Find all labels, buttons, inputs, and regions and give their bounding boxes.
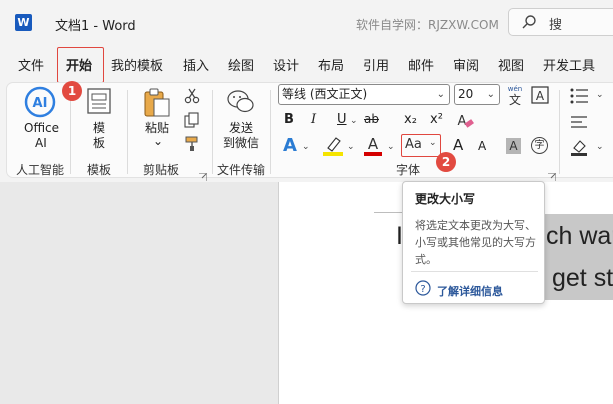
document-title: 文档1 - Word xyxy=(55,19,136,34)
svg-text:文: 文 xyxy=(509,92,521,106)
tab-draw[interactable]: 绘图 xyxy=(228,55,254,74)
document-text-line1[interactable]: ch war xyxy=(546,222,613,251)
office-ai-label-1[interactable]: Office xyxy=(24,121,59,136)
tab-my-templates[interactable]: 我的模板 xyxy=(111,55,163,74)
step-badge-1: 1 xyxy=(62,81,82,101)
document-text-line2[interactable]: get st xyxy=(552,264,613,293)
shrink-font-button[interactable]: A xyxy=(478,139,486,153)
tab-insert[interactable]: 插入 xyxy=(183,55,209,74)
svg-text:A: A xyxy=(368,135,379,153)
subscript-button[interactable]: x₂ xyxy=(404,112,417,127)
pinyin-guide-icon[interactable]: wén 文 xyxy=(505,84,525,110)
change-case-button[interactable]: Aa ⌄ xyxy=(401,134,441,157)
group-divider xyxy=(270,90,271,174)
shading-icon[interactable] xyxy=(570,138,590,160)
chevron-down-icon[interactable]: ⌄ xyxy=(596,90,604,100)
chevron-down-icon[interactable]: ⌄ xyxy=(302,142,310,152)
group-font-label: 字体 xyxy=(396,163,421,177)
grow-font-button[interactable]: A xyxy=(453,136,463,154)
chevron-down-icon[interactable]: ⌄ xyxy=(387,142,395,152)
paste-icon[interactable] xyxy=(143,88,171,122)
group-file-transfer-label: 文件传输 xyxy=(217,163,266,177)
align-left-icon[interactable] xyxy=(570,114,588,133)
group-divider xyxy=(127,90,128,174)
bold-button[interactable]: B xyxy=(284,112,294,127)
svg-text:AI: AI xyxy=(33,96,48,111)
paste-dropdown[interactable]: ⌄ xyxy=(153,134,163,149)
underline-button[interactable]: U xyxy=(337,112,347,127)
tooltip-divider xyxy=(411,271,538,272)
home-tab-highlight xyxy=(57,47,104,83)
enclose-characters-button[interactable]: 字 xyxy=(531,137,548,154)
tab-file[interactable]: 文件 xyxy=(18,55,44,74)
clear-formatting-icon[interactable]: A xyxy=(455,112,475,134)
office-ai-label-2[interactable]: AI xyxy=(35,136,47,151)
character-border-icon[interactable]: A xyxy=(531,86,549,108)
wechat-send-label-1[interactable]: 发送 xyxy=(229,121,253,136)
highlight-color-icon[interactable] xyxy=(322,136,344,160)
group-template-label: 模板 xyxy=(87,163,112,177)
chevron-down-icon: ⌄ xyxy=(429,138,437,148)
cut-icon[interactable] xyxy=(184,88,200,108)
wechat-send-label-2[interactable]: 到微信 xyxy=(223,136,259,151)
chevron-down-icon[interactable]: ⌄ xyxy=(347,142,355,152)
svg-text:A: A xyxy=(458,114,467,129)
tab-design[interactable]: 设计 xyxy=(273,55,299,74)
font-color-icon[interactable]: A xyxy=(363,135,383,161)
search-icon xyxy=(522,15,536,29)
tab-review[interactable]: 审阅 xyxy=(453,55,479,74)
change-case-label: Aa xyxy=(405,137,422,152)
italic-button[interactable]: I xyxy=(311,112,316,127)
step-badge-2: 2 xyxy=(436,152,456,172)
svg-text:?: ? xyxy=(420,284,425,295)
word-app-icon: W xyxy=(15,14,32,31)
copy-icon[interactable] xyxy=(184,112,200,132)
character-shading-button[interactable]: A xyxy=(506,138,521,154)
tab-layout[interactable]: 布局 xyxy=(318,55,344,74)
bullets-icon[interactable] xyxy=(570,88,590,108)
text-effects-button[interactable]: A xyxy=(283,135,297,156)
svg-text:wén: wén xyxy=(508,85,522,93)
font-name-dropdown[interactable]: 等线 (西文正文) ⌄ xyxy=(278,84,450,105)
tab-mailings[interactable]: 邮件 xyxy=(408,55,434,74)
chevron-down-icon[interactable]: ⌄ xyxy=(350,116,358,126)
chevron-down-icon: ⌄ xyxy=(436,89,445,100)
tab-view[interactable]: 视图 xyxy=(498,55,524,74)
svg-text:A: A xyxy=(536,89,545,103)
change-case-tooltip: 更改大小写 将选定文本更改为大写、小写或其他常见的大写方式。 ? 了解详细信息 xyxy=(402,181,545,304)
group-divider xyxy=(212,90,213,174)
format-painter-icon[interactable] xyxy=(184,136,200,156)
help-icon[interactable]: ? xyxy=(415,280,431,296)
template-label-2[interactable]: 板 xyxy=(93,136,105,151)
group-divider xyxy=(559,90,560,174)
learn-more-link[interactable]: 了解详细信息 xyxy=(437,283,503,299)
font-name-value: 等线 (西文正文) xyxy=(282,87,368,101)
chevron-down-icon[interactable]: ⌄ xyxy=(596,142,604,152)
template-label-1[interactable]: 模 xyxy=(93,121,105,136)
margin-marker xyxy=(374,212,404,213)
superscript-button[interactable]: x² xyxy=(430,112,443,127)
group-clipboard-label: 剪贴板 xyxy=(143,163,180,177)
group-divider xyxy=(70,90,71,174)
tab-developer[interactable]: 开发工具 xyxy=(543,55,595,74)
tooltip-description: 将选定文本更改为大写、小写或其他常见的大写方式。 xyxy=(415,219,536,266)
template-icon[interactable] xyxy=(87,88,111,118)
font-size-value: 20 xyxy=(458,87,474,101)
office-ai-icon[interactable]: AI xyxy=(24,86,56,122)
font-size-dropdown[interactable]: 20 ⌄ xyxy=(454,84,500,105)
group-ai-label: 人工智能 xyxy=(16,163,65,177)
search-label: 搜 xyxy=(549,18,563,33)
tooltip-title: 更改大小写 xyxy=(415,192,476,206)
chevron-down-icon: ⌄ xyxy=(486,89,495,100)
site-watermark: 软件自学网：RJZXW.COM xyxy=(356,18,499,32)
tab-references[interactable]: 引用 xyxy=(363,55,389,74)
wechat-send-icon[interactable] xyxy=(227,89,255,119)
search-box[interactable]: 搜 xyxy=(508,8,613,36)
strikethrough-button[interactable]: ab xyxy=(364,112,379,126)
